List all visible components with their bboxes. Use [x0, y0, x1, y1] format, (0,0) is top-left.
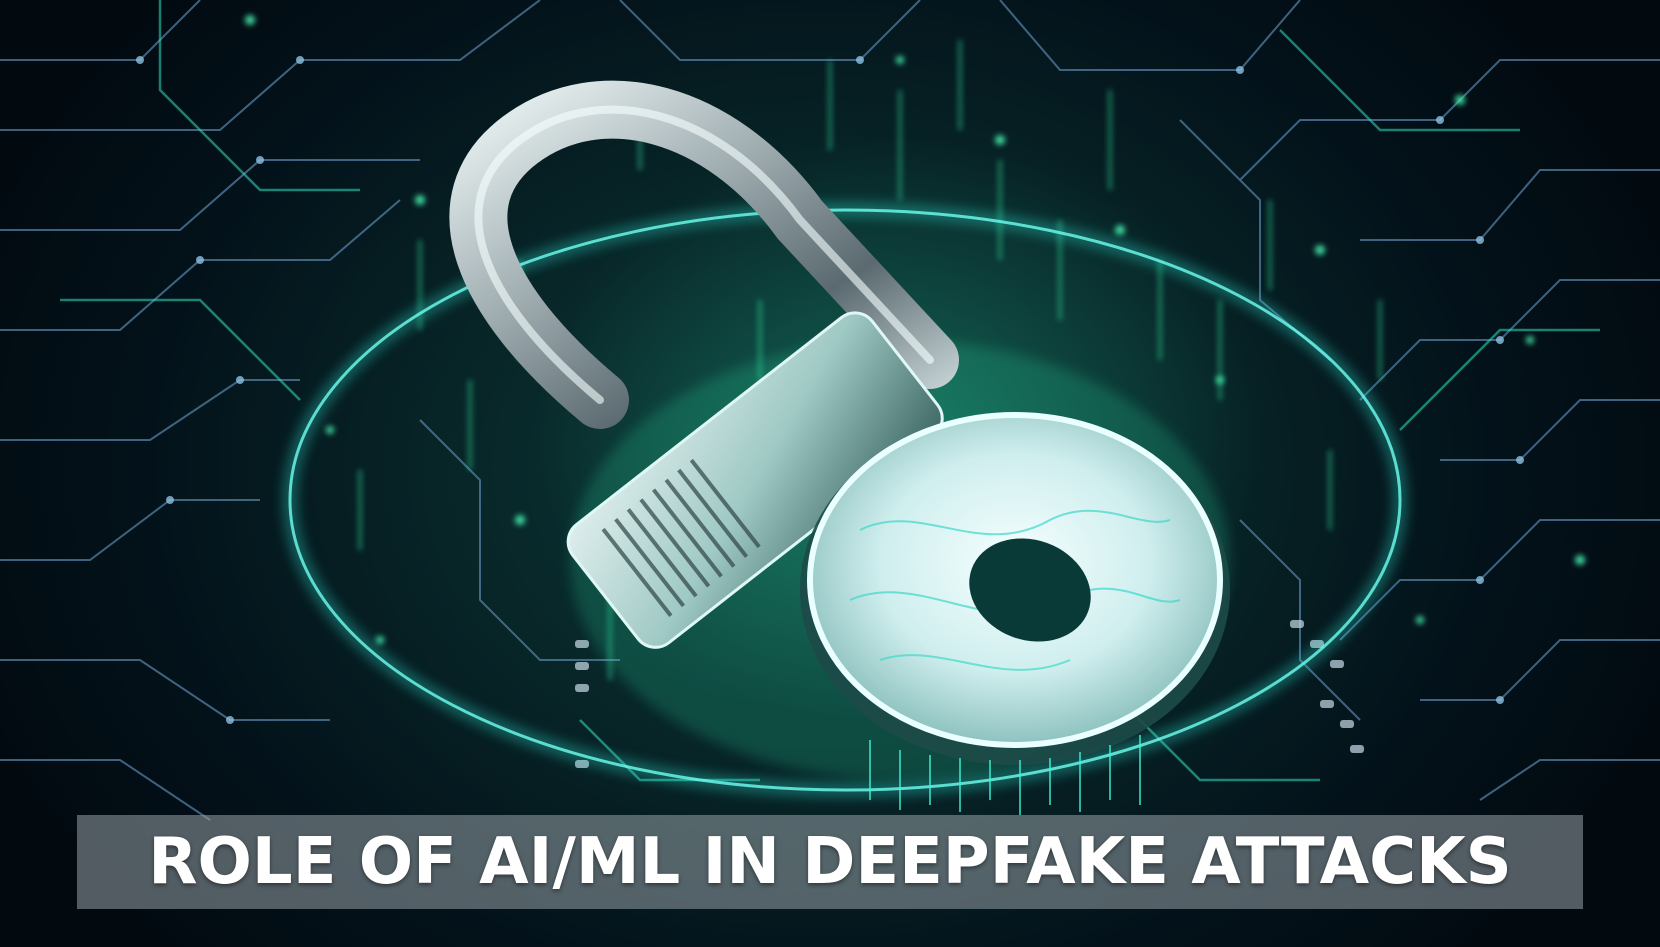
title-banner: ROLE OF AI/ML IN DEEPFAKE ATTACKS — [77, 815, 1583, 909]
hero-image: ROLE OF AI/ML IN DEEPFAKE ATTACKS — [0, 0, 1660, 947]
image-title: ROLE OF AI/ML IN DEEPFAKE ATTACKS — [148, 825, 1512, 899]
cybersecurity-illustration — [0, 0, 1660, 821]
